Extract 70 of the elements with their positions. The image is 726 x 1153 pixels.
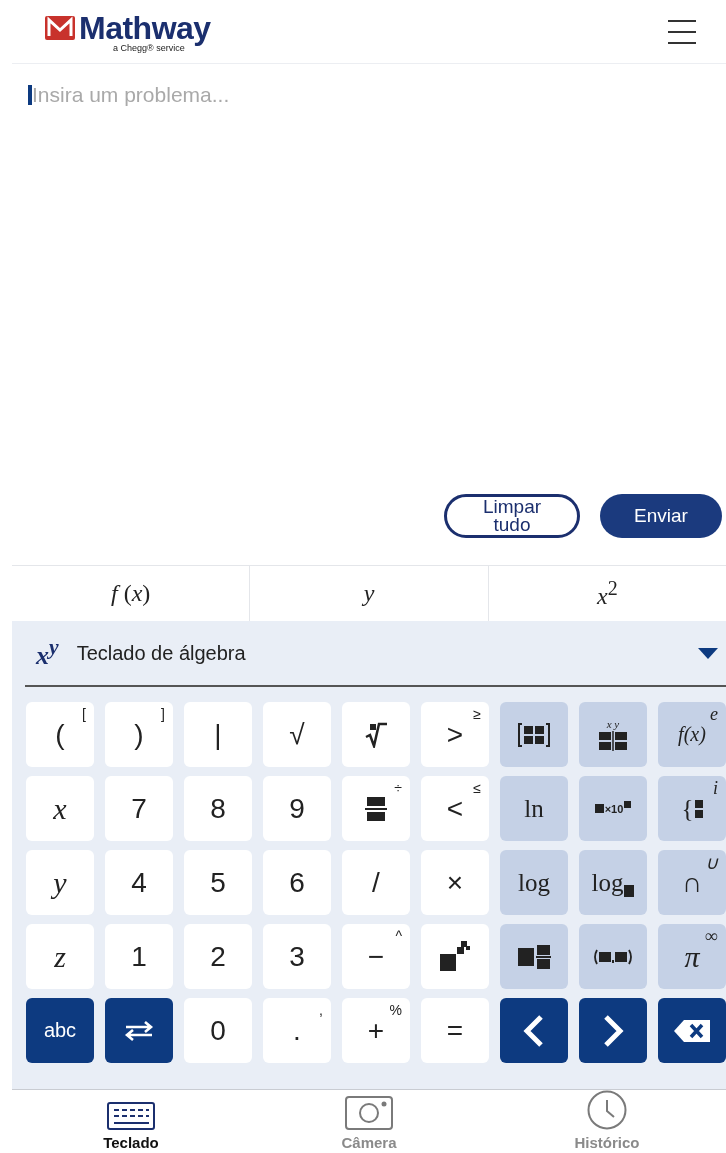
keyboard-key[interactable]	[105, 998, 173, 1063]
keyboard-key[interactable]: f(x) e	[658, 702, 726, 767]
keyboard-key[interactable]	[658, 998, 726, 1063]
keyboard-key[interactable]: ∩ ∪	[658, 850, 726, 915]
keyboard-key[interactable]: /	[342, 850, 410, 915]
nth-root-icon	[364, 721, 388, 748]
fraction-icon	[365, 795, 387, 822]
keyboard-key[interactable]: |	[184, 702, 252, 767]
logo-text: Mathway	[79, 10, 211, 45]
box-icon	[594, 804, 604, 813]
keyboard-key[interactable]: z	[26, 924, 94, 989]
keyboard-key[interactable]: y	[26, 850, 94, 915]
keyboard-key[interactable]: 1	[105, 924, 173, 989]
mixed-fraction-icon	[517, 944, 551, 969]
keyboard-key[interactable]: ln	[500, 776, 568, 841]
keyboard-key[interactable]: ÷	[342, 776, 410, 841]
keyboard-key[interactable]	[342, 702, 410, 767]
keyboard-key[interactable]: { i	[658, 776, 726, 841]
caret-icon	[698, 647, 718, 659]
keyboard-key[interactable]: 7	[105, 776, 173, 841]
keyboard-key[interactable]: 4	[105, 850, 173, 915]
keyboard-key[interactable]: =	[421, 998, 489, 1063]
keyboard-key[interactable]: abc	[26, 998, 94, 1063]
power-icon	[439, 940, 471, 973]
ordered-pair-icon	[593, 948, 633, 965]
swap-arrows-icon	[124, 1020, 154, 1041]
camera-icon	[345, 1096, 393, 1130]
keyboard-key[interactable]: > ≥	[421, 702, 489, 767]
keyboard-key[interactable]: + %	[342, 998, 410, 1063]
keyboard-key[interactable]: log	[579, 850, 647, 915]
keyboard-key[interactable]	[421, 924, 489, 989]
keyboard-key[interactable]: ) ]	[105, 702, 173, 767]
text-cursor	[28, 85, 32, 105]
keyboard-key[interactable]: 5	[184, 850, 252, 915]
logo-tagline: a Chegg® service	[112, 42, 185, 53]
box-icon	[624, 801, 632, 808]
logo-icon	[45, 15, 75, 40]
keyboard-key[interactable]: . ,	[263, 998, 331, 1063]
table-grid-icon	[598, 731, 628, 751]
keyboard-key[interactable]: log	[500, 850, 568, 915]
keyboard-dropdown[interactable]: x$^{y}$ Teclado de álgebra	[25, 621, 726, 687]
box-icon	[624, 884, 635, 897]
menu-icon[interactable]	[668, 19, 696, 44]
keyboard-key[interactable]: 8	[184, 776, 252, 841]
keyboard-key[interactable]: ×10	[579, 776, 647, 841]
keyboard-key[interactable]	[579, 998, 647, 1063]
keyboard-key[interactable]: ×	[421, 850, 489, 915]
keyboard-key[interactable]: 3	[263, 924, 331, 989]
keyboard-key[interactable]: √	[263, 702, 331, 767]
keyboard-key[interactable]: < ≤	[421, 776, 489, 841]
clear-all-button[interactable]: Limpar tudo	[444, 494, 580, 538]
backspace-icon	[673, 1018, 711, 1043]
keyboard-key[interactable]	[500, 998, 568, 1063]
keyboard-key[interactable]: − ^	[342, 924, 410, 989]
input-field[interactable]: Insira um problema...	[32, 83, 678, 107]
keyboard-key[interactable]	[500, 924, 568, 989]
matrix-icon	[517, 721, 551, 748]
piecewise-boxes-icon	[694, 798, 703, 819]
keyboard-key[interactable]: π ∞	[658, 924, 726, 989]
keyboard-key[interactable]: 0	[184, 998, 252, 1063]
keyboard-key[interactable]: 6	[263, 850, 331, 915]
keyboard-key[interactable]: x	[26, 776, 94, 841]
keyboard-key[interactable]: 2	[184, 924, 252, 989]
keyboard-key[interactable]: 9	[263, 776, 331, 841]
keyboard-key[interactable]	[579, 924, 647, 989]
keyboard-key[interactable]	[500, 702, 568, 767]
submit-button[interactable]: Enviar	[600, 494, 722, 538]
keyboard-key[interactable]: ( [	[26, 702, 94, 767]
keyboard-icon	[107, 1102, 155, 1130]
keyboard-key[interactable]: x y	[579, 702, 647, 767]
